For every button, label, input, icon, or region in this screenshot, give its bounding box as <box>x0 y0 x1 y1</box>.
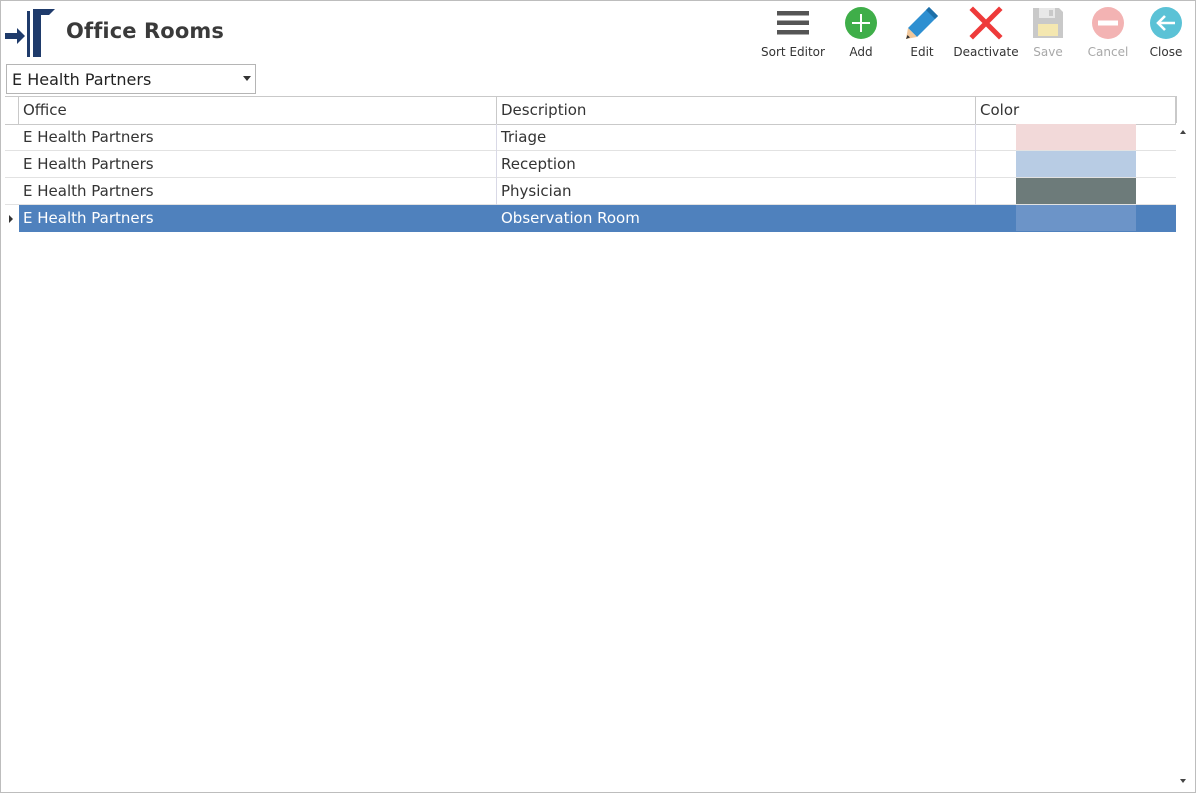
cell-office[interactable]: E Health Partners <box>19 205 497 232</box>
save-label: Save <box>1033 45 1063 59</box>
x-mark-icon <box>969 6 1003 40</box>
cell-description[interactable]: Physician <box>497 178 976 205</box>
deactivate-button[interactable]: Deactivate <box>953 5 1019 63</box>
office-select[interactable]: E Health Partners <box>6 64 256 94</box>
row-selector[interactable] <box>5 178 18 205</box>
column-header-description[interactable]: Description <box>497 97 976 124</box>
office-rooms-grid: Office Description Color E Health Partne… <box>5 96 1191 789</box>
cell-description[interactable]: Observation Room <box>497 205 976 232</box>
scroll-up-icon[interactable] <box>1180 130 1186 134</box>
row-selector-header <box>5 97 19 124</box>
edit-button[interactable]: Edit <box>903 5 941 63</box>
plus-circle-icon <box>845 7 877 39</box>
office-rooms-window: Office Rooms Sort Editor Add Edit Deacti… <box>0 0 1196 793</box>
color-swatch[interactable] <box>1016 124 1136 150</box>
page-title: Office Rooms <box>66 19 224 43</box>
table-row-selected[interactable]: E Health Partners Observation Room <box>5 205 1176 232</box>
table-row[interactable]: E Health Partners Reception <box>5 151 1176 178</box>
table-row[interactable]: E Health Partners Physician <box>5 178 1176 205</box>
add-label: Add <box>849 45 873 59</box>
color-swatch[interactable] <box>1016 151 1136 177</box>
cell-office[interactable]: E Health Partners <box>19 151 497 178</box>
sort-editor-button[interactable]: Sort Editor <box>761 5 825 63</box>
cell-office[interactable]: E Health Partners <box>19 178 497 205</box>
save-button[interactable]: Save <box>1029 5 1067 63</box>
table-row[interactable]: E Health Partners Triage <box>5 124 1176 151</box>
minus-circle-icon <box>1092 7 1124 39</box>
color-swatch[interactable] <box>1016 178 1136 204</box>
close-button[interactable]: Close <box>1147 5 1185 63</box>
close-label: Close <box>1149 45 1183 59</box>
scroll-down-icon[interactable] <box>1180 779 1186 783</box>
sort-editor-label: Sort Editor <box>761 45 825 59</box>
row-selector[interactable] <box>5 124 18 151</box>
pencil-icon <box>906 7 938 39</box>
header-scroll-corner <box>1176 96 1192 123</box>
office-select-value: E Health Partners <box>12 70 152 89</box>
row-selector[interactable] <box>5 205 18 232</box>
hamburger-icon <box>777 11 809 35</box>
floppy-disk-icon <box>1033 8 1063 38</box>
column-header-color[interactable]: Color <box>976 97 1176 124</box>
cancel-button[interactable]: Cancel <box>1087 5 1129 63</box>
chevron-down-icon[interactable] <box>243 76 251 81</box>
cell-description[interactable]: Reception <box>497 151 976 178</box>
app-logo-icon <box>5 9 55 57</box>
edit-label: Edit <box>910 45 934 59</box>
row-selector[interactable] <box>5 151 18 178</box>
grid-header: Office Description Color <box>5 96 1176 125</box>
cell-office[interactable]: E Health Partners <box>19 124 497 151</box>
cancel-label: Cancel <box>1087 45 1129 59</box>
color-swatch[interactable] <box>1016 205 1136 231</box>
arrow-left-circle-icon <box>1150 7 1182 39</box>
add-button[interactable]: Add <box>842 5 880 63</box>
cell-description[interactable]: Triage <box>497 124 976 151</box>
deactivate-label: Deactivate <box>953 45 1019 59</box>
vertical-scrollbar[interactable] <box>1176 124 1191 789</box>
current-row-indicator-icon <box>9 215 13 223</box>
column-header-office[interactable]: Office <box>19 97 497 124</box>
